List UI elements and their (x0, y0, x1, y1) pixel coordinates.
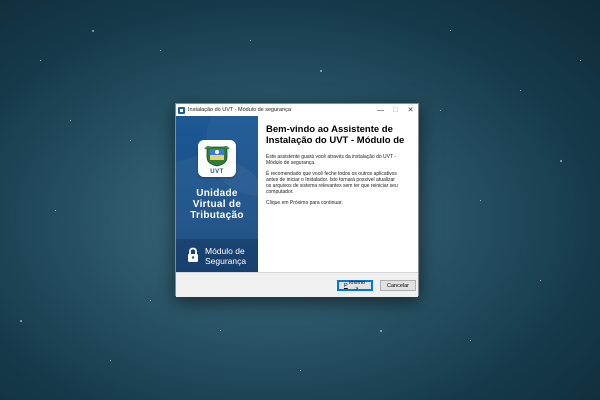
crest-label: UVT (210, 169, 224, 175)
next-label: róximo > (348, 279, 366, 292)
title-bar[interactable]: Instalação do UVT - Módulo de segurança … (176, 104, 418, 116)
button-bar: Próximo > Cancelar (176, 272, 418, 297)
installer-window: Instalação do UVT - Módulo de segurança … (175, 103, 419, 297)
window-controls: — ☐ ✕ (373, 104, 418, 116)
cancel-button[interactable]: Cancelar (380, 280, 416, 291)
crest-emblem-icon (204, 145, 230, 167)
module-name: Módulo de Segurança (205, 246, 247, 266)
welcome-content: Bem-vindo ao Assistente de Instalação do… (266, 124, 416, 206)
close-button[interactable]: ✕ (403, 104, 418, 116)
module-line: Segurança (205, 255, 247, 266)
heading-line: Instalação do UVT - Módulo de (266, 135, 405, 146)
brand-line: Virtual de (192, 199, 242, 210)
brand-line: Tributação (190, 210, 244, 221)
brand-line: Unidade (196, 188, 238, 199)
recommendation-paragraph: É recomendado que você feche todos os ou… (266, 171, 416, 195)
state-crest-logo: UVT (198, 140, 236, 177)
minimize-button[interactable]: — (373, 104, 388, 116)
welcome-heading: Bem-vindo ao Assistente de Instalação do… (266, 124, 416, 146)
installer-sidebar: UVT Unidade Virtual de Tributação Módulo… (176, 116, 258, 272)
heading-line: Bem-vindo ao Assistente de (266, 124, 393, 135)
module-badge: Módulo de Segurança (176, 239, 258, 272)
lock-icon (188, 247, 198, 262)
installer-app-icon (178, 106, 185, 114)
window-title: Instalação do UVT - Módulo de segurança (188, 107, 291, 113)
next-button[interactable]: Próximo > (337, 279, 373, 292)
maximize-button: ☐ (392, 107, 399, 114)
continue-instruction: Clique em Próximo para continuar. (266, 200, 343, 206)
intro-paragraph: Este assistente guará você através da in… (266, 154, 416, 166)
brand-name: Unidade Virtual de Tributação (176, 188, 258, 221)
